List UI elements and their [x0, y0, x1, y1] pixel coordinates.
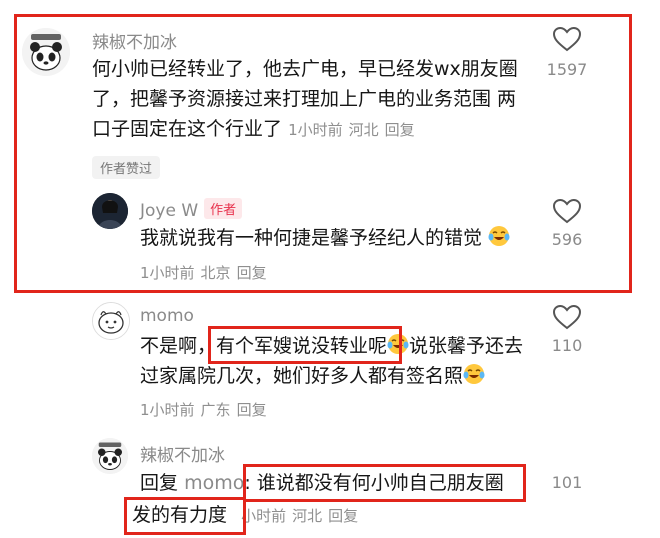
like-count: 110 [551, 336, 583, 355]
reply-button[interactable]: 回复 [328, 507, 358, 525]
crying-laughing-emoji [463, 364, 485, 384]
reply-text-content: 我就说我有一种何捷是馨予经纪人的错觉 [140, 227, 483, 249]
comment-author[interactable]: 辣椒不加冰 [92, 28, 177, 53]
reply-button[interactable]: 回复 [237, 401, 267, 419]
author-badge: 作者 [204, 198, 243, 219]
crying-laughing-emoji [488, 226, 510, 246]
comment-text: 何小帅已经转业了，他去广电，早已经发wx朋友圈了，把馨予资源接过来打理加上广电的… [92, 54, 532, 145]
comment-location: 河北 [348, 121, 379, 139]
reply-time: 1小时前 [140, 401, 195, 419]
mention-colon: : [244, 472, 251, 494]
reply-location: 北京 [200, 264, 231, 282]
heart-outline-icon[interactable] [552, 26, 582, 52]
comment-time: 1小时前 [288, 121, 343, 139]
avatar[interactable] [92, 302, 130, 340]
person-avatar-icon [92, 193, 128, 229]
reply-time: 1小时前 [140, 264, 195, 282]
reply-button[interactable]: 回复 [237, 264, 267, 282]
reply-text-line2: 发的有力度 小时前 河北 回复 [132, 500, 552, 531]
reply-text: 回复 momo: 谁说都没有何小帅自己朋友圈 [140, 468, 540, 498]
reply-text: 我就说我有一种何捷是馨予经纪人的错觉 [140, 223, 540, 253]
reply-location: 河北 [292, 507, 323, 525]
heart-outline-icon[interactable] [552, 198, 582, 224]
like-count: 101 [551, 473, 583, 492]
like-count: 596 [551, 230, 583, 249]
reply-text-part: 不是啊， [140, 335, 217, 357]
heart-outline-icon[interactable] [552, 304, 582, 330]
author-liked-tag: 作者赞过 [92, 156, 161, 179]
reply-text: 不是啊，有个军嫂说没转业呢 说张馨予还去过家属院几次，她们好多人都有签名照 [140, 331, 540, 391]
like-count: 1597 [546, 60, 588, 79]
highlighted-text: 有个军嫂说没转业呢 [216, 335, 388, 357]
reply-location: 广东 [200, 401, 231, 419]
mention-link[interactable]: momo [184, 472, 244, 494]
reply-author[interactable]: momo [140, 306, 194, 326]
reply-meta: 小时前 河北 回复 [241, 507, 364, 525]
reply-prefix: 回复 [140, 472, 179, 494]
reply-author[interactable]: 辣椒不加冰 [140, 441, 225, 466]
panda-avatar-icon [22, 28, 70, 76]
panda-avatar-icon [92, 438, 128, 474]
reply-meta: 1小时前 广东 回复 [140, 399, 273, 420]
reply-meta: 1小时前 北京 回复 [140, 262, 273, 283]
avatar[interactable] [92, 193, 128, 229]
highlighted-text: 谁说都没有何小帅自己朋友圈 [256, 472, 504, 494]
reply-time: 小时前 [241, 507, 287, 525]
crying-laughing-emoji [387, 334, 409, 354]
cartoon-avatar-icon [93, 303, 129, 339]
avatar[interactable] [92, 438, 128, 474]
reply-author[interactable]: Joye W 作者 [140, 198, 243, 221]
reply-author-name[interactable]: Joye W [140, 201, 198, 221]
avatar[interactable] [22, 28, 70, 76]
highlighted-text: 发的有力度 [132, 504, 228, 526]
comment-meta: 1小时前 河北 回复 [288, 121, 421, 139]
reply-button[interactable]: 回复 [385, 121, 415, 139]
